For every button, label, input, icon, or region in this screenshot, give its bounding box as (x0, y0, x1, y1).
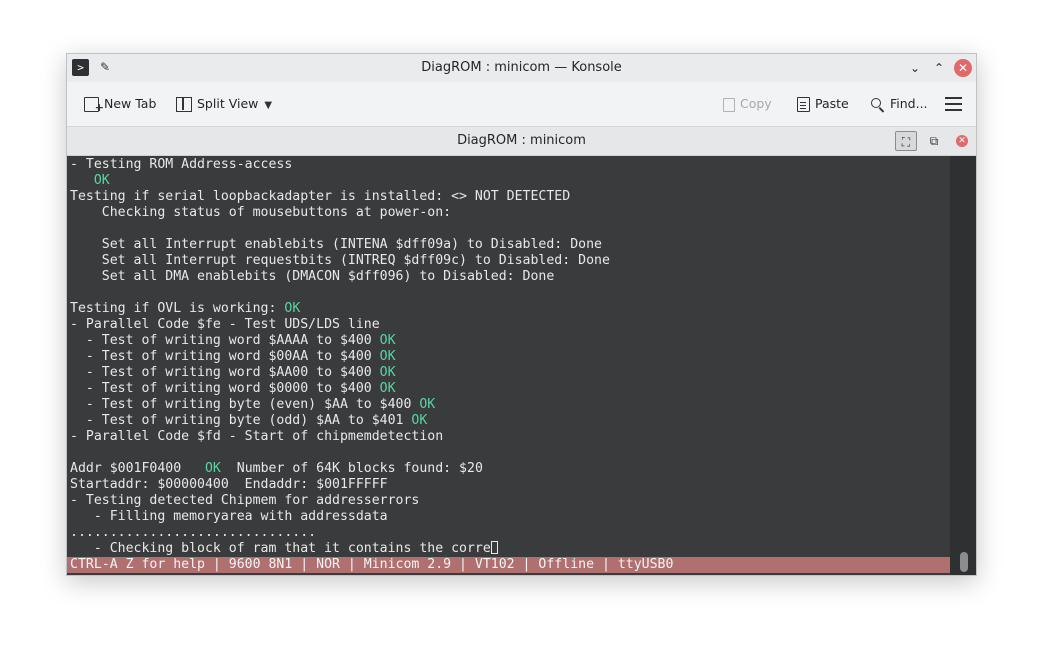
hamburger-menu-icon[interactable] (945, 97, 962, 111)
terminal-line: - Parallel Code $fe - Test UDS/LDS line (70, 317, 610, 333)
close-tab-icon[interactable]: ✕ (956, 135, 968, 147)
minimize-button[interactable]: ⌄ (906, 59, 924, 77)
terminal-text-segment: Set all DMA enablebits (DMACON $dff096) … (70, 269, 555, 284)
terminal-text-segment: Set all Interrupt enablebits (INTENA $df… (70, 237, 602, 252)
terminal-text-segment: Startaddr: $00000400 Endaddr: $001FFFFF (70, 477, 388, 492)
terminal-line: Set all Interrupt enablebits (INTENA $df… (70, 237, 610, 253)
ok-status-text: OK (379, 365, 396, 380)
terminal-line: - Test of writing word $AAAA to $400 OK (70, 333, 610, 349)
terminal-text-segment: - Parallel Code $fe - Test UDS/LDS line (70, 317, 380, 332)
search-icon (871, 97, 885, 113)
new-tab-label: New Tab (104, 96, 157, 111)
terminal-text-segment: ............................... (70, 525, 317, 540)
terminal-line: - Test of writing word $AA00 to $400 OK (70, 365, 610, 381)
terminal-line: Startaddr: $00000400 Endaddr: $001FFFFF (70, 477, 610, 493)
terminal-line: - Testing detected Chipmem for addresser… (70, 493, 610, 509)
terminal-text-segment: - Test of writing word $AAAA to $400 (70, 333, 380, 348)
copy-label: Copy (740, 96, 772, 111)
terminal-line: - Checking block of ram that it contains… (70, 541, 610, 557)
terminal-line: - Test of writing word $0000 to $400 OK (70, 381, 610, 397)
terminal-text-segment: - Checking block of ram that it contains… (70, 541, 491, 556)
terminal-line: Set all DMA enablebits (DMACON $dff096) … (70, 269, 610, 285)
terminal-text-segment: - Testing detected Chipmem for addresser… (70, 493, 420, 508)
terminal-line: OK (70, 173, 610, 189)
terminal-line: Checking status of mousebuttons at power… (70, 205, 610, 221)
new-tab-button[interactable]: New Tab (84, 94, 157, 118)
terminal-output[interactable]: - Testing ROM Address-access OK Testing i… (67, 156, 950, 575)
ok-status-text: OK (419, 397, 436, 412)
detach-tab-icon[interactable]: ⧉ (923, 131, 945, 151)
split-view-icon (176, 97, 192, 112)
scrollbar[interactable] (950, 156, 976, 575)
terminal-text-segment: - Parallel Code $fd - Start of chipmemde… (70, 429, 444, 444)
new-tab-icon (84, 97, 104, 118)
terminal-text-segment: - Test of writing byte (odd) $AA to $401 (70, 413, 412, 428)
terminal-line: ............................... (70, 525, 610, 541)
ok-status-text: OK (93, 173, 110, 188)
terminal-text-segment: - Testing ROM Address-access (70, 157, 293, 172)
terminal-line: - Test of writing word $00AA to $400 OK (70, 349, 610, 365)
maximize-split-icon[interactable]: ⛶ (895, 131, 917, 151)
paste-icon (797, 97, 810, 112)
title-bar[interactable]: > ✎ DiagROM : minicom — Konsole ⌄ ⌃ ✕ (67, 54, 976, 82)
terminal-line: - Parallel Code $fd - Start of chipmemde… (70, 429, 610, 445)
ok-status-text: OK (379, 349, 396, 364)
toolbar: New Tab Split View ▼ Copy Paste Find... (67, 82, 976, 127)
chevron-down-icon: ▼ (264, 100, 273, 111)
terminal-line: Testing if serial loopbackadapter is ins… (70, 189, 610, 205)
split-view-label: Split View (197, 96, 259, 111)
terminal-line: Testing if OVL is working: OK (70, 301, 610, 317)
minicom-status-bar: CTRL-A Z for help | 9600 8N1 | NOR | Min… (67, 557, 950, 573)
text-cursor (490, 541, 498, 554)
terminal-text-segment: Number of 64K blocks found: $20 (220, 461, 483, 476)
ok-status-text: OK (284, 301, 301, 316)
copy-icon (723, 97, 735, 112)
paste-label: Paste (815, 96, 849, 111)
terminal-line: - Test of writing byte (even) $AA to $40… (70, 397, 610, 413)
terminal-text-segment: Checking status of mousebuttons at power… (70, 205, 452, 220)
maximize-button[interactable]: ⌃ (930, 59, 948, 77)
terminal-line: - Filling memoryarea with addressdata (70, 509, 610, 525)
paste-button[interactable]: Paste (797, 94, 849, 114)
ok-status-text: OK (411, 413, 428, 428)
terminal-text-segment: - Test of writing word $AA00 to $400 (70, 365, 380, 380)
terminal-text-segment: Testing if OVL is working: (70, 301, 285, 316)
terminal-text-segment: Testing if serial loopbackadapter is ins… (70, 189, 571, 204)
split-view-button[interactable]: Split View ▼ (176, 94, 272, 114)
copy-button[interactable]: Copy (723, 94, 772, 114)
terminal-line: - Testing ROM Address-access (70, 157, 610, 173)
tab-title[interactable]: DiagROM : minicom (67, 127, 976, 155)
ok-status-text: OK (379, 381, 396, 396)
ok-status-text: OK (379, 333, 396, 348)
terminal-line: - Test of writing byte (odd) $AA to $401… (70, 413, 610, 429)
scrollbar-thumb[interactable] (960, 552, 968, 572)
terminal-text-segment: - Test of writing byte (even) $AA to $40… (70, 397, 420, 412)
ok-status-text: OK (204, 461, 221, 476)
terminal-text-segment: - Test of writing word $00AA to $400 (70, 349, 380, 364)
terminal-line: Addr $001F0400 OK Number of 64K blocks f… (70, 461, 610, 477)
terminal-text-segment: - Test of writing word $0000 to $400 (70, 381, 380, 396)
tab-bar: DiagROM : minicom ⛶ ⧉ ✕ (67, 127, 976, 156)
terminal-text-segment: - Filling memoryarea with addressdata (70, 509, 388, 524)
terminal-text-segment: Addr $001F0400 (70, 461, 205, 476)
close-window-button[interactable]: ✕ (954, 59, 972, 77)
window-title: DiagROM : minicom — Konsole (421, 60, 622, 75)
find-button[interactable]: Find... (871, 94, 928, 114)
terminal-text: - Testing ROM Address-access OK Testing i… (70, 157, 610, 557)
konsole-window: > ✎ DiagROM : minicom — Konsole ⌄ ⌃ ✕ Ne… (66, 53, 977, 576)
terminal-line: Set all Interrupt requestbits (INTREQ $d… (70, 253, 610, 269)
find-label: Find... (890, 96, 928, 111)
terminal-text-segment: Set all Interrupt requestbits (INTREQ $d… (70, 253, 610, 268)
